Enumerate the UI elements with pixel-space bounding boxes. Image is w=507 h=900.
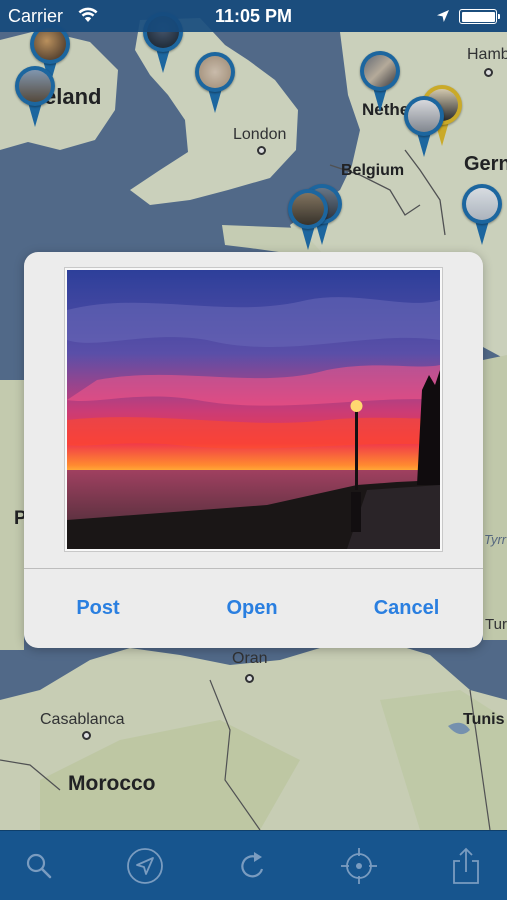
- share-button[interactable]: [445, 845, 487, 887]
- refresh-button[interactable]: [232, 845, 274, 887]
- cancel-button[interactable]: Cancel: [330, 569, 483, 648]
- battery-icon: [459, 9, 500, 24]
- sunset-photo: [67, 270, 440, 549]
- open-button[interactable]: Open: [178, 569, 326, 648]
- refresh-icon: [241, 852, 264, 878]
- navigation-arrow-icon: [127, 848, 163, 884]
- navigation-button[interactable]: [124, 845, 166, 887]
- status-time: 11:05 PM: [214, 6, 293, 26]
- post-button[interactable]: Post: [24, 569, 172, 648]
- photo-preview: [64, 267, 443, 552]
- locate-me-button[interactable]: [338, 845, 380, 887]
- bottom-toolbar: [0, 830, 507, 900]
- photo-action-dialog: Post Open Cancel: [24, 252, 483, 648]
- status-bar: Carrier 11:05 PM: [0, 0, 507, 32]
- search-icon: [26, 853, 52, 879]
- search-button[interactable]: [18, 845, 60, 887]
- share-icon: [453, 847, 479, 884]
- crosshair-locate-icon: [341, 848, 377, 884]
- location-arrow-icon: [437, 10, 449, 22]
